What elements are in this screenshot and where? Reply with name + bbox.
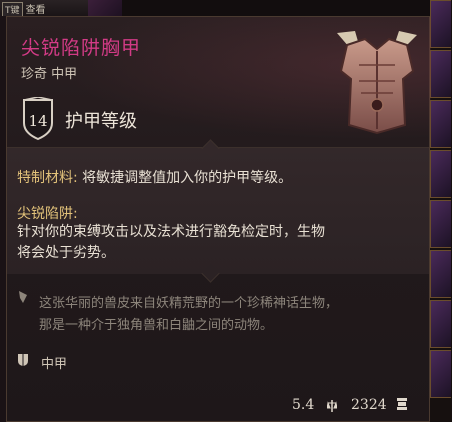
inventory-slot[interactable] [430, 350, 451, 398]
view-label: 查看 [25, 5, 46, 16]
inventory-slot[interactable] [430, 200, 451, 248]
inventory-slot[interactable] [430, 50, 451, 98]
item-weight: 5.4 [292, 397, 315, 413]
armor-category: 中甲 [41, 357, 68, 372]
inventory-column [430, 0, 452, 422]
item-tooltip: 尖锐陷阱胸甲 珍奇 中甲 14 护甲等级 特制材料: 将敏捷调整值加入你的护甲等… [6, 16, 431, 422]
armor-category-icon [18, 354, 28, 366]
quill-icon [19, 291, 27, 303]
inventory-slot[interactable] [430, 0, 451, 48]
lore-line1: 这张华丽的兽皮来自妖精荒野的一个珍稀神话生物， [39, 296, 339, 311]
chest-armor-icon [337, 31, 417, 135]
item-name: 尖锐陷阱胸甲 [21, 37, 142, 59]
special-material-property: 特制材料: 将敏捷调整值加入你的护甲等级。 [17, 167, 292, 187]
special-material-text: 将敏捷调整值加入你的护甲等级。 [77, 170, 293, 186]
item-price: 2324 [351, 397, 387, 413]
lore-text: 这张华丽的兽皮来自妖精荒野的一个珍稀神话生物， 那是一种介于独角兽和白鼬之间的动… [39, 293, 419, 337]
hud-topbar: T键 查看 [0, 0, 90, 17]
special-material-title: 特制材料: [17, 170, 78, 186]
item-rarity-type: 珍奇 中甲 [21, 67, 78, 82]
trap-text-line1: 针对你的束缚攻击以及法术进行豁免检定时，生物 [17, 224, 325, 240]
inventory-slot[interactable] [430, 150, 451, 198]
inventory-slot[interactable] [430, 300, 451, 348]
weight-icon [327, 400, 337, 412]
trap-property-description: 针对你的束缚攻击以及法术进行豁免检定时，生物 将会处于劣势。 [17, 222, 397, 264]
trap-property-title: 尖锐陷阱: [17, 206, 78, 222]
armor-class-label: 护甲等级 [65, 111, 137, 132]
inventory-slot[interactable] [430, 100, 451, 148]
trap-text-line2: 将会处于劣势。 [17, 245, 115, 261]
key-label: T键 [2, 2, 23, 17]
inventory-slot[interactable] [430, 250, 451, 298]
coin-icon [397, 398, 407, 410]
armor-class-value: 14 [28, 112, 48, 130]
key-hint[interactable]: T键 查看 [2, 1, 46, 17]
lore-line2: 那是一种介于独角兽和白鼬之间的动物。 [39, 318, 274, 333]
